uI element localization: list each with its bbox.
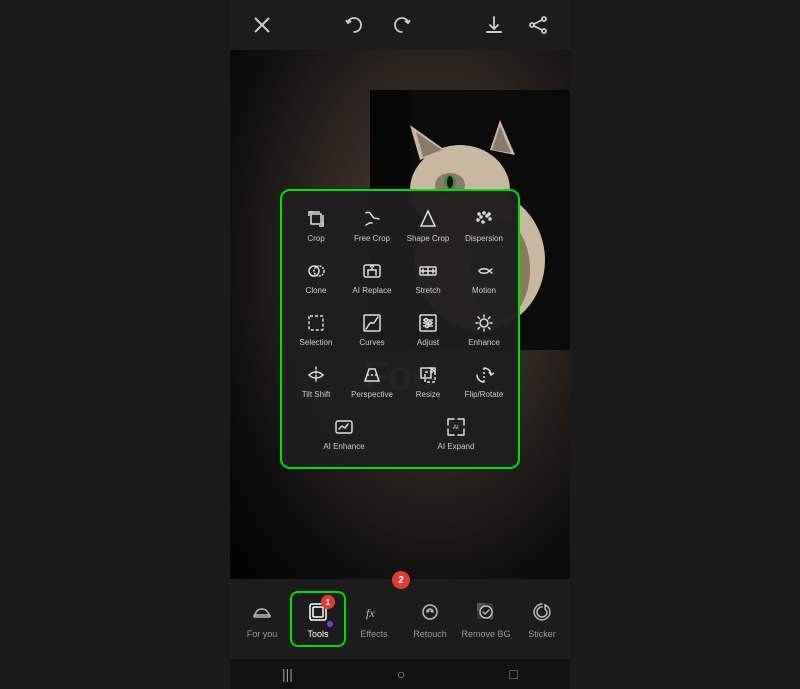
tool-free-crop-label: Free Crop xyxy=(354,234,390,243)
recent-button[interactable]: □ xyxy=(510,666,518,682)
tools-grid: Crop Free Crop Shape Crop xyxy=(290,201,510,405)
nav-sticker[interactable]: Sticker xyxy=(514,593,570,645)
tool-curves[interactable]: Curves xyxy=(346,305,398,353)
tools-last-row: AI Enhance AI AI Expand xyxy=(290,409,510,457)
svg-text:AI: AI xyxy=(453,425,459,431)
nav-effects-label: Effects xyxy=(360,629,387,639)
shape-crop-icon xyxy=(416,207,440,231)
ai-replace-icon xyxy=(360,259,384,283)
retouch-icon xyxy=(417,599,443,625)
tool-tilt-shift-label: Tilt Shift xyxy=(302,390,331,399)
stretch-icon xyxy=(416,259,440,283)
nav-tools[interactable]: 1 Tools xyxy=(290,591,346,647)
tool-ai-replace[interactable]: AI Replace xyxy=(346,253,398,301)
tools-panel-badge: 2 xyxy=(392,571,410,589)
tool-curves-label: Curves xyxy=(359,338,384,347)
tool-ai-enhance-label: AI Enhance xyxy=(323,442,364,451)
flip-rotate-icon xyxy=(472,363,496,387)
tool-ai-expand-label: AI Expand xyxy=(438,442,475,451)
adjust-icon xyxy=(416,311,440,335)
sticker-icon xyxy=(529,599,555,625)
dispersion-icon xyxy=(472,207,496,231)
nav-for-you[interactable]: For you xyxy=(234,593,290,645)
share-button[interactable] xyxy=(522,9,554,41)
active-dot xyxy=(327,621,333,627)
tool-enhance[interactable]: Enhance xyxy=(458,305,510,353)
tool-resize-label: Resize xyxy=(416,390,440,399)
tool-selection[interactable]: Selection xyxy=(290,305,342,353)
tool-dispersion-label: Dispersion xyxy=(465,234,503,243)
nav-remove-bg[interactable]: Remove BG xyxy=(458,593,514,645)
tilt-shift-icon xyxy=(304,363,328,387)
clone-icon xyxy=(304,259,328,283)
perspective-icon xyxy=(360,363,384,387)
nav-retouch-label: Retouch xyxy=(413,629,447,639)
tool-crop[interactable]: Crop xyxy=(290,201,342,249)
tool-adjust-label: Adjust xyxy=(417,338,439,347)
tool-perspective[interactable]: Perspective xyxy=(346,357,398,405)
tool-dispersion[interactable]: Dispersion xyxy=(458,201,510,249)
svg-text:fx: fx xyxy=(366,606,375,620)
layers-icon: 1 xyxy=(305,599,331,625)
tool-crop-label: Crop xyxy=(307,234,324,243)
redo-button[interactable] xyxy=(386,9,418,41)
tool-free-crop[interactable]: Free Crop xyxy=(346,201,398,249)
tool-flip-rotate[interactable]: Flip/Rotate xyxy=(458,357,510,405)
ai-expand-icon: AI xyxy=(444,415,468,439)
phone-container: Foo 2 Crop Free Crop xyxy=(230,0,570,689)
tool-shape-crop[interactable]: Shape Crop xyxy=(402,201,454,249)
fx-icon: fx xyxy=(361,599,387,625)
nav-tools-badge: 1 xyxy=(321,595,335,609)
download-button[interactable] xyxy=(478,9,510,41)
tool-motion[interactable]: Motion xyxy=(458,253,510,301)
nav-retouch[interactable]: Retouch xyxy=(402,593,458,645)
curves-icon xyxy=(360,311,384,335)
tool-adjust[interactable]: Adjust xyxy=(402,305,454,353)
tools-panel: Crop Free Crop Shape Crop xyxy=(280,189,520,469)
tool-enhance-label: Enhance xyxy=(468,338,500,347)
tool-clone-label: Clone xyxy=(306,286,327,295)
tool-flip-rotate-label: Flip/Rotate xyxy=(465,390,504,399)
top-bar xyxy=(230,0,570,50)
tool-clone[interactable]: Clone xyxy=(290,253,342,301)
tool-resize[interactable]: Resize xyxy=(402,357,454,405)
top-bar-right xyxy=(478,9,554,41)
selection-icon xyxy=(304,311,328,335)
close-button[interactable] xyxy=(246,9,278,41)
system-bar: ||| ○ □ xyxy=(230,659,570,689)
ai-enhance-icon xyxy=(332,415,356,439)
nav-sticker-label: Sticker xyxy=(528,629,556,639)
nav-for-you-label: For you xyxy=(247,629,278,639)
top-bar-left xyxy=(246,9,278,41)
tool-tilt-shift[interactable]: Tilt Shift xyxy=(290,357,342,405)
remove-bg-icon xyxy=(473,599,499,625)
enhance-icon xyxy=(472,311,496,335)
tool-motion-label: Motion xyxy=(472,286,496,295)
free-crop-icon xyxy=(360,207,384,231)
home-button[interactable]: ○ xyxy=(397,666,405,682)
resize-icon xyxy=(416,363,440,387)
nav-tools-label: Tools xyxy=(307,629,328,639)
tool-stretch-label: Stretch xyxy=(415,286,440,295)
crop-icon xyxy=(304,207,328,231)
undo-button[interactable] xyxy=(338,9,370,41)
motion-icon xyxy=(472,259,496,283)
back-button[interactable]: ||| xyxy=(282,666,293,682)
hat-icon xyxy=(249,599,275,625)
tool-selection-label: Selection xyxy=(300,338,333,347)
top-bar-center xyxy=(338,9,418,41)
tool-stretch[interactable]: Stretch xyxy=(402,253,454,301)
nav-effects[interactable]: fx Effects xyxy=(346,593,402,645)
tool-ai-enhance[interactable]: AI Enhance xyxy=(290,409,398,457)
tool-ai-expand[interactable]: AI AI Expand xyxy=(402,409,510,457)
tool-ai-replace-label: AI Replace xyxy=(352,286,391,295)
tool-shape-crop-label: Shape Crop xyxy=(407,234,450,243)
nav-remove-bg-label: Remove BG xyxy=(461,629,510,639)
bottom-nav: For you 1 Tools fx Effects xyxy=(230,579,570,659)
tool-perspective-label: Perspective xyxy=(351,390,393,399)
